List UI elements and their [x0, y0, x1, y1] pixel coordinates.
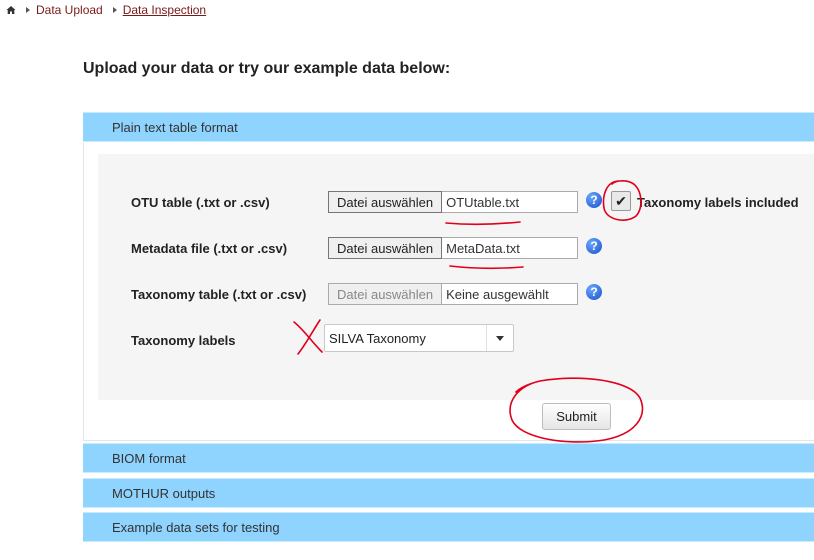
accordion-mothur[interactable]: MOTHUR outputs [83, 478, 814, 508]
chevron-right-icon [112, 7, 117, 13]
taxonomy-labels-selected: SILVA Taxonomy [329, 330, 426, 346]
otu-choose-file-button[interactable]: Datei auswählen [328, 191, 443, 213]
chevron-right-icon [26, 7, 30, 13]
taxonomy-labels-select[interactable]: SILVA Taxonomy [324, 324, 514, 352]
taxonomy-table-label: Taxonomy table (.txt or .csv) [131, 287, 307, 302]
home-icon[interactable] [6, 5, 16, 15]
taxonomy-labels-label: Taxonomy labels [131, 333, 236, 348]
taxonomy-file-input[interactable]: Datei auswählen Keine ausgewählt [328, 283, 579, 305]
submit-button[interactable]: Submit [542, 403, 611, 430]
breadcrumb: Data Upload Data Inspection [6, 2, 206, 18]
taxonomy-file-name: Keine ausgewählt [442, 283, 579, 305]
accordion-example-data[interactable]: Example data sets for testing [83, 512, 814, 542]
otu-file-input[interactable]: Datei auswählen OTUtable.txt [328, 191, 579, 213]
chevron-down-icon [496, 335, 504, 341]
taxonomy-labels-included-label: Taxonomy labels included [637, 195, 799, 210]
metadata-file-name: MetaData.txt [442, 237, 579, 259]
otu-table-label: OTU table (.txt or .csv) [131, 195, 270, 210]
dropdown-toggle[interactable] [486, 325, 513, 351]
taxonomy-help-icon[interactable]: ? [586, 284, 602, 300]
otu-help-icon[interactable]: ? [586, 192, 602, 208]
accordion-biom[interactable]: BIOM format [83, 443, 814, 473]
page-title: Upload your data or try our example data… [83, 60, 451, 77]
metadata-choose-file-button[interactable]: Datei auswählen [328, 237, 443, 259]
metadata-help-icon[interactable]: ? [586, 238, 602, 254]
accordion-plain-text[interactable]: Plain text table format [83, 112, 814, 142]
metadata-file-label: Metadata file (.txt or .csv) [131, 241, 288, 256]
otu-file-name: OTUtable.txt [442, 191, 579, 213]
breadcrumb-data-inspection[interactable]: Data Inspection [123, 3, 206, 17]
breadcrumb-data-upload[interactable]: Data Upload [36, 3, 103, 17]
taxonomy-labels-included-checkbox[interactable]: ✔ [611, 191, 631, 211]
metadata-file-input[interactable]: Datei auswählen MetaData.txt [328, 237, 579, 259]
taxonomy-choose-file-button[interactable]: Datei auswählen [328, 283, 443, 305]
